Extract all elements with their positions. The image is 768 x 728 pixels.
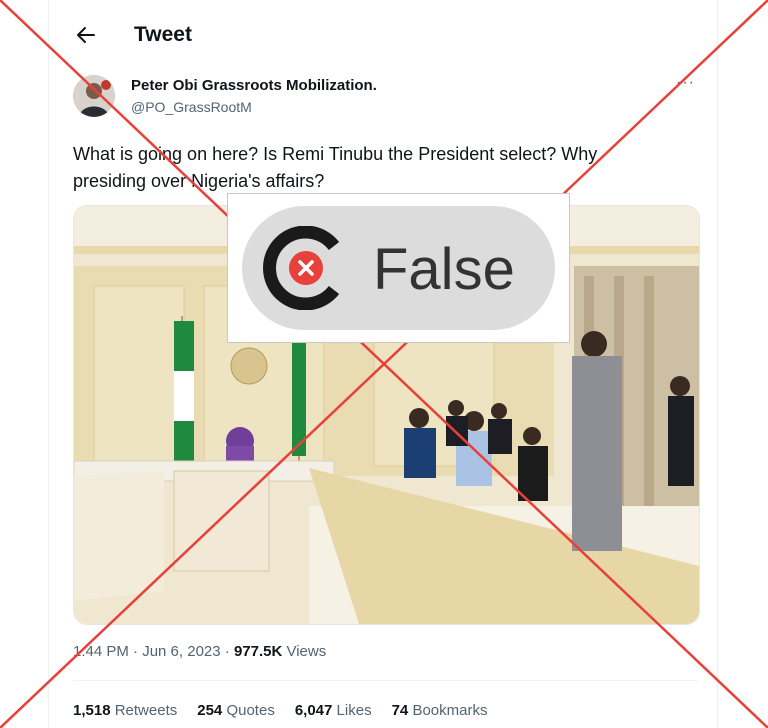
more-dots-icon: ··· [676, 74, 695, 91]
likes-stat[interactable]: 6,047 Likes [295, 702, 372, 719]
bookmarks-stat[interactable]: 74 Bookmarks [392, 702, 488, 719]
retweets-count: 1,518 [73, 702, 111, 719]
likes-count: 6,047 [294, 702, 333, 719]
author-block: Peter Obi Grassroots Mobilization. @PO_G… [131, 77, 377, 116]
fact-check-x-icon [263, 226, 340, 310]
author-handle[interactable]: @PO_GrassRootM [131, 98, 377, 116]
page-title: Tweet [134, 23, 192, 46]
quotes-label: Quotes [226, 702, 275, 719]
tweet-meta: 1:44 PM · Jun 6, 2023 · 977.5K Views [73, 643, 326, 660]
tweet-header: Tweet [72, 18, 192, 52]
retweets-label: Retweets [114, 702, 178, 719]
tweet-text: What is going on here? Is Remi Tinubu th… [73, 144, 598, 191]
quotes-count: 254 [197, 702, 223, 719]
verdict-label: False [373, 237, 515, 302]
quotes-stat[interactable]: 254 Quotes [197, 702, 275, 719]
views-count: 977.5K [233, 643, 283, 660]
views-label: Views [286, 643, 327, 660]
bookmarks-count: 74 [391, 702, 409, 719]
arrow-left-icon [77, 27, 95, 43]
divider [73, 680, 698, 681]
retweets-stat[interactable]: 1,518 Retweets [73, 702, 177, 719]
bookmarks-label: Bookmarks [412, 702, 488, 719]
fact-check-verdict: False [227, 193, 570, 343]
avatar[interactable] [73, 75, 115, 117]
engagement-stats: 1,518 Retweets 254 Quotes 6,047 Likes 74… [73, 702, 487, 719]
author-name[interactable]: Peter Obi Grassroots Mobilization. [131, 77, 377, 95]
timestamp[interactable]: 1:44 PM · Jun 6, 2023 · [73, 643, 230, 660]
back-button[interactable] [72, 21, 100, 49]
avatar-image [73, 75, 115, 117]
more-options-button[interactable]: ··· [676, 74, 695, 92]
likes-label: Likes [336, 702, 372, 719]
